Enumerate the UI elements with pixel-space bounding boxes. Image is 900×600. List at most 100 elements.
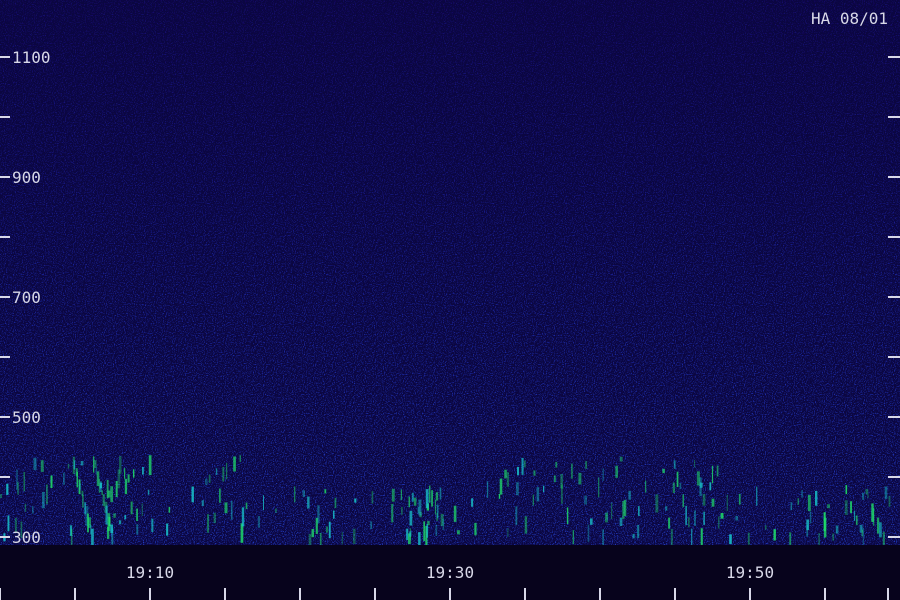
energy-mark [166,523,169,536]
energy-mark [738,493,741,505]
energy-mark [471,498,474,507]
energy-mark [326,526,328,533]
energy-mark [147,489,150,495]
energy-mark [324,489,327,494]
energy-mark [213,512,216,524]
energy-mark [637,524,640,538]
energy-mark [24,503,27,512]
energy-mark [578,472,582,485]
energy-mark [431,490,433,507]
energy-mark [439,487,442,500]
energy-mark [532,494,534,506]
energy-mark [436,504,439,519]
energy-mark [33,457,37,471]
energy-mark [585,461,588,469]
energy-mark [391,488,395,502]
energy-mark [877,517,880,534]
energy-mark [168,506,171,513]
energy-mark [498,494,501,499]
energy-mark [862,492,865,500]
energy-mark [536,487,540,502]
energy-mark [590,518,593,525]
energy-mark [747,532,750,545]
energy-mark [353,528,356,544]
energy-mark [638,506,640,516]
energy-mark [827,504,830,509]
energy-mark [587,524,590,542]
energy-mark [665,506,668,511]
energy-mark [756,486,758,506]
energy-mark [124,478,128,495]
energy-mark [76,471,78,488]
energy-mark [73,460,76,470]
energy-mark [673,460,676,469]
energy-mark [474,522,477,536]
energy-mark [46,484,48,505]
energy-mark [716,465,719,477]
energy-mark [622,501,625,519]
energy-mark [17,482,19,495]
energy-mark [6,483,9,495]
energy-mark [67,463,70,469]
energy-mark [226,462,228,480]
x-tick-label: 19:30 [426,563,474,582]
energy-mark [543,485,545,492]
energy-mark [718,516,720,529]
energy-mark [105,505,108,525]
energy-mark [409,531,412,537]
energy-mark [79,483,81,490]
energy-mark [191,486,194,503]
energy-mark [354,498,357,503]
energy-mark [845,485,848,495]
energy-mark [790,502,793,511]
energy-mark [835,525,839,534]
energy-mark [694,459,696,468]
energy-mark [879,522,882,538]
energy-mark [215,468,218,475]
energy-mark [94,460,97,468]
energy-mark [307,496,310,509]
energy-mark [425,489,429,509]
energy-mark [328,521,331,539]
energy-mark [691,528,693,546]
energy-mark [406,528,409,541]
energy-mark [302,490,305,497]
energy-mark [499,478,503,495]
energy-mark [136,524,139,535]
energy-mark [619,456,623,462]
energy-mark [670,529,673,547]
energy-mark [823,517,827,538]
energy-mark [632,533,635,539]
energy-mark [208,474,211,483]
energy-mark [515,506,518,525]
energy-mark [141,503,143,516]
energy-mark [151,518,154,533]
energy-mark [867,493,869,499]
energy-mark [801,490,803,498]
energy-mark [702,494,706,506]
energy-mark [130,501,133,515]
energy-mark [219,488,221,503]
energy-mark [32,506,34,514]
energy-mark [148,455,152,476]
energy-mark [619,517,623,526]
energy-mark [711,498,715,507]
energy-mark [553,475,556,483]
energy-mark [584,495,587,505]
energy-mark [862,527,864,545]
energy-mark [294,486,296,503]
energy-mark [517,466,519,476]
energy-mark [854,510,856,521]
y-tick-label: 500 [12,408,41,427]
energy-mark [224,502,228,514]
energy-mark [773,529,776,541]
energy-mark [230,501,233,520]
energy-mark [688,517,690,528]
energy-mark [566,507,569,524]
energy-mark [720,513,724,519]
energy-mark [108,516,111,527]
y-tick-label: 900 [12,168,41,187]
energy-mark [560,474,563,489]
x-tick-label: 19:10 [126,563,174,582]
energy-mark [703,511,705,525]
